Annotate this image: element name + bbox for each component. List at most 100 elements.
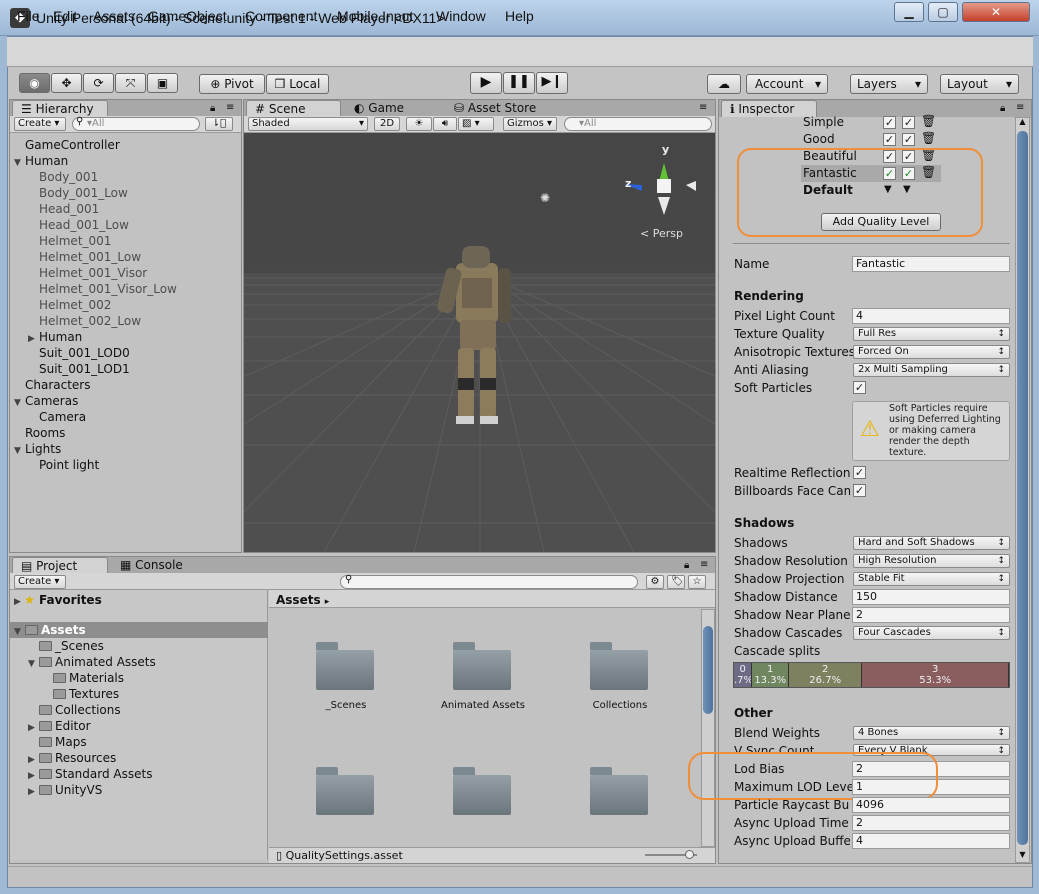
filter-by-type-icon[interactable]: ⚙ (646, 575, 664, 589)
blend-weights-dropdown[interactable]: 4 Bones (853, 726, 1010, 740)
rect-tool-icon[interactable]: ▣ (147, 73, 178, 93)
shadow-projection-dropdown[interactable]: Stable Fit (853, 572, 1010, 586)
realtime-reflection-checkbox[interactable]: ✓ (853, 466, 866, 479)
scene-viewport[interactable]: ✺ y z < Persp (244, 133, 715, 552)
hierarchy-item[interactable]: Body_001 (28, 169, 98, 185)
standalone-checkbox[interactable]: ✓ (883, 133, 896, 146)
standalone-checkbox[interactable]: ✓ (883, 116, 896, 129)
webplayer-checkbox[interactable]: ✓ (902, 116, 915, 129)
hierarchy-item[interactable]: Point light (28, 457, 99, 473)
hierarchy-item[interactable]: Helmet_001_Low (28, 249, 141, 265)
cascade-split-segment[interactable]: 3 53.3% (862, 663, 1009, 687)
selected-asset-path[interactable]: ▯ QualitySettings.asset (276, 849, 403, 862)
panel-menu-icon[interactable]: ≡ (700, 559, 708, 570)
move-tool-icon[interactable]: ✥ (51, 73, 82, 93)
favorites-item[interactable]: ▶ ★ Favorites (14, 592, 102, 608)
particle-raycast-field[interactable]: 4096 (852, 797, 1010, 813)
expand-arrow-icon[interactable]: ▼ (14, 395, 25, 411)
webplayer-checkbox[interactable]: ✓ (902, 133, 915, 146)
quality-level-row[interactable]: Simple ✓ ✓ 🗑︎ (801, 114, 941, 131)
hierarchy-item[interactable]: Rooms (14, 425, 65, 441)
layout-dropdown[interactable]: Layout ▾ (940, 74, 1019, 94)
tab-game[interactable]: ◐ Game (346, 100, 412, 117)
hierarchy-item[interactable]: ▶ Human (28, 329, 82, 345)
asset-folder[interactable]: _Scenes (316, 642, 376, 711)
view-tool-eye-icon[interactable]: ◉ (19, 73, 50, 93)
project-create-button[interactable]: Create ▾ (14, 575, 66, 589)
cascade-split-segment[interactable]: 1 13.3% (752, 663, 789, 687)
project-folder-item[interactable]: ▼ Animated Assets (10, 654, 268, 670)
light-gizmo-icon[interactable]: ✺ (540, 191, 550, 205)
play-button[interactable]: ▶ (470, 72, 502, 94)
pause-button[interactable]: ❚❚ (503, 72, 535, 94)
asset-folder[interactable] (316, 767, 376, 815)
menu-mobile-input[interactable]: Mobile Input (337, 8, 413, 24)
hierarchy-item[interactable]: Body_001_Low (28, 185, 128, 201)
close-icon[interactable]: ✕ (962, 2, 1030, 22)
hierarchy-item[interactable]: ▼ Lights (14, 441, 61, 457)
pixel-light-count-field[interactable]: 4 (852, 308, 1010, 324)
hierarchy-filter-icon[interactable]: ⇂⃞ (205, 117, 233, 131)
project-folder-item[interactable]: Textures (10, 686, 268, 702)
local-button[interactable]: ❒ Local (266, 74, 329, 94)
breadcrumb-assets[interactable]: Assets ▸ (276, 593, 329, 607)
asset-folder[interactable] (590, 767, 650, 815)
hierarchy-item[interactable]: Head_001_Low (28, 217, 129, 233)
lock-icon[interactable]: 🔒︎ (210, 103, 215, 114)
expand-arrow-icon[interactable]: ▶ (28, 784, 39, 800)
project-folder-item[interactable]: _Scenes (10, 638, 268, 654)
tab-scene[interactable]: # Scene (246, 100, 341, 117)
expand-arrow-icon[interactable]: ▼ (14, 443, 25, 459)
lock-icon[interactable]: 🔒︎ (1000, 103, 1005, 114)
asset-folder[interactable]: Animated Assets (441, 642, 525, 711)
menu-edit[interactable]: Edit (53, 8, 77, 24)
mode-2d-toggle[interactable]: 2D (374, 117, 400, 131)
scale-tool-icon[interactable]: ⤧ (115, 73, 146, 93)
account-dropdown[interactable]: Account ▾ (746, 74, 828, 94)
lighting-toggle-icon[interactable]: ☀ (406, 117, 432, 131)
asset-folder[interactable] (453, 767, 513, 815)
anisotropic-dropdown[interactable]: Forced On (853, 345, 1010, 359)
delete-trash-icon[interactable]: 🗑︎ (921, 114, 936, 128)
rotate-tool-icon[interactable]: ⟳ (83, 73, 114, 93)
project-folder-item[interactable]: ▶ Editor (10, 718, 268, 734)
hierarchy-item[interactable]: Helmet_002 (28, 297, 111, 313)
soft-particles-checkbox[interactable]: ✓ (853, 381, 866, 394)
quality-name-field[interactable]: Fantastic (852, 256, 1010, 272)
asset-scrollbar-thumb[interactable] (703, 626, 713, 714)
shading-mode-dropdown[interactable]: Shaded ▾ (248, 117, 368, 131)
panel-menu-icon[interactable]: ≡ (1016, 102, 1024, 113)
project-folder-item[interactable]: Collections (10, 702, 268, 718)
hierarchy-item[interactable]: Helmet_001_Visor (28, 265, 147, 281)
minimize-icon[interactable]: ▁ (894, 2, 924, 22)
tab-hierarchy[interactable]: ☰ Hierarchy (12, 100, 108, 117)
project-folder-item[interactable]: Materials (10, 670, 268, 686)
delete-trash-icon[interactable]: 🗑︎ (921, 131, 936, 145)
pivot-button[interactable]: ⊕ Pivot (199, 74, 265, 94)
cascade-splits-bar[interactable]: 0.7% 1 13.3% 2 26.7% 3 53.3% (733, 662, 1010, 688)
menu-file[interactable]: File (17, 8, 40, 24)
project-folder-item[interactable]: Maps (10, 734, 268, 750)
lock-icon[interactable]: 🔒︎ (684, 560, 689, 571)
hierarchy-item[interactable]: ▼ Human (14, 153, 68, 169)
tab-asset-store[interactable]: ⛁ Asset Store (446, 100, 544, 117)
scene-search-input[interactable]: ▾All (564, 117, 712, 131)
inspector-scrollbar-thumb[interactable] (1017, 131, 1028, 845)
shadow-near-plane-field[interactable]: 2 (852, 607, 1010, 623)
asset-folder[interactable]: Collections (590, 642, 650, 711)
cloud-icon[interactable]: ☁ (707, 74, 741, 94)
shadow-distance-field[interactable]: 150 (852, 589, 1010, 605)
anti-aliasing-dropdown[interactable]: 2x Multi Sampling (853, 363, 1010, 377)
perspective-toggle[interactable]: < Persp (640, 227, 683, 240)
project-search-input[interactable] (340, 575, 638, 589)
filter-by-label-icon[interactable]: 🏷︎ (667, 575, 685, 589)
menu-assets[interactable]: Assets (93, 8, 135, 24)
shadows-dropdown[interactable]: Hard and Soft Shadows (853, 536, 1010, 550)
billboards-checkbox[interactable]: ✓ (853, 484, 866, 497)
hierarchy-item[interactable]: Helmet_002_Low (28, 313, 141, 329)
hierarchy-item[interactable]: Head_001 (28, 201, 99, 217)
hierarchy-item[interactable]: Helmet_001 (28, 233, 111, 249)
expand-arrow-icon[interactable]: ▼ (14, 155, 25, 171)
project-folder-item[interactable]: ▶ Resources (10, 750, 268, 766)
hierarchy-item[interactable]: Suit_001_LOD1 (28, 361, 130, 377)
